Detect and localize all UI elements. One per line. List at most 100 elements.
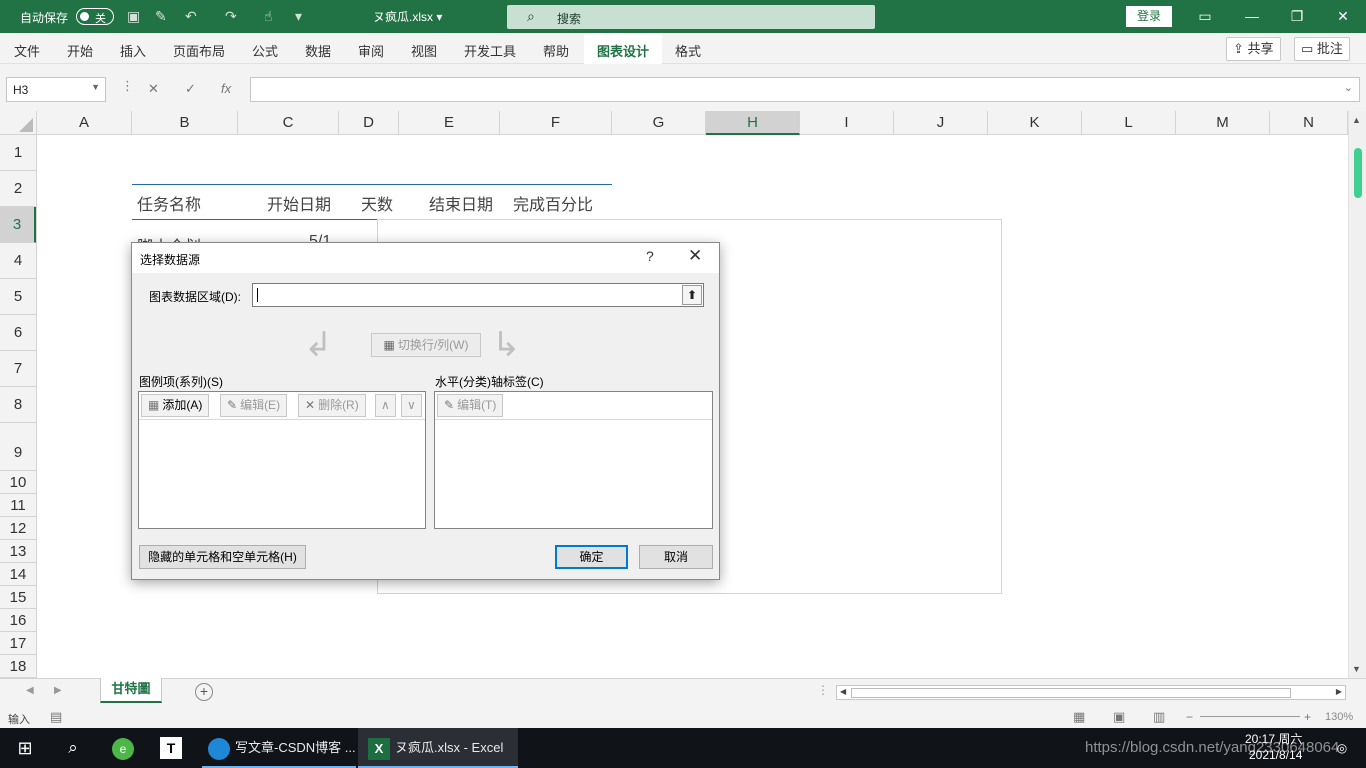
tab-file[interactable]: 文件: [14, 41, 40, 60]
column-header-h[interactable]: H: [706, 111, 800, 135]
column-header-j[interactable]: J: [894, 111, 988, 135]
save-icon[interactable]: ▣: [127, 8, 140, 25]
search-box[interactable]: ⌕ 搜索: [507, 5, 875, 29]
row-header-13[interactable]: 13: [0, 540, 36, 563]
row-header-2[interactable]: 2: [0, 171, 36, 207]
row-header-17[interactable]: 17: [0, 632, 36, 655]
redo-icon[interactable]: ↷: [225, 8, 237, 25]
horizontal-scroll-thumb[interactable]: [851, 688, 1291, 698]
undo-icon[interactable]: ↶: [185, 8, 197, 25]
tab-view[interactable]: 视图: [411, 41, 437, 60]
column-header-k[interactable]: K: [988, 111, 1082, 135]
column-header-d[interactable]: D: [339, 111, 399, 135]
column-header-f[interactable]: F: [500, 111, 612, 135]
tab-data[interactable]: 数据: [305, 41, 331, 60]
collapse-dialog-icon[interactable]: ⬆: [682, 285, 702, 305]
restore-icon[interactable]: ❐: [1282, 5, 1312, 27]
column-header-n[interactable]: N: [1270, 111, 1348, 135]
document-title[interactable]: ヌ疯瓜.xlsx ▾: [373, 8, 442, 25]
scroll-right-icon[interactable]: ▶: [1336, 687, 1342, 696]
edit-series-button[interactable]: ✎ 编辑(E): [220, 394, 288, 417]
help-icon[interactable]: ?: [646, 248, 654, 264]
scroll-down-icon[interactable]: ▼: [1352, 664, 1361, 674]
name-box[interactable]: H3 ▼: [6, 77, 106, 102]
normal-view-icon[interactable]: ▦: [1073, 709, 1085, 725]
select-all-corner[interactable]: [0, 111, 37, 135]
row-header-3[interactable]: 3: [0, 207, 36, 243]
scroll-thumb[interactable]: [1354, 148, 1362, 198]
switch-row-column-button[interactable]: ▦ 切换行/列(W): [371, 333, 481, 357]
column-header-l[interactable]: L: [1082, 111, 1176, 135]
row-header-7[interactable]: 7: [0, 351, 36, 387]
tab-formulas[interactable]: 公式: [252, 41, 278, 60]
split-handle-icon[interactable]: ⋮: [817, 683, 829, 697]
tab-review[interactable]: 审阅: [358, 41, 384, 60]
row-header-4[interactable]: 4: [0, 243, 36, 279]
row-header-11[interactable]: 11: [0, 494, 36, 517]
windows-start-icon[interactable]: ⊞: [10, 728, 40, 768]
save-as-icon[interactable]: ✎: [155, 8, 167, 25]
search-icon[interactable]: ⌕: [58, 728, 88, 768]
ribbon-display-icon[interactable]: ▭: [1190, 5, 1220, 27]
system-clock[interactable]: 20:17 周六 2021/8/14: [1245, 731, 1302, 763]
delete-series-button[interactable]: ✕ 删除(R): [298, 394, 366, 417]
add-sheet-button[interactable]: +: [195, 683, 213, 701]
header-percent-complete[interactable]: 完成百分比: [513, 191, 593, 215]
taskbar-app-excel[interactable]: X ヌ疯瓜.xlsx - Excel: [358, 728, 518, 768]
next-sheet-icon[interactable]: ▶: [54, 685, 62, 696]
row-header-12[interactable]: 12: [0, 517, 36, 540]
share-button[interactable]: ⇪ 共享: [1226, 37, 1281, 61]
row-header-14[interactable]: 14: [0, 563, 36, 586]
taskbar-app-edge[interactable]: 写文章-CSDN博客 ...: [202, 728, 356, 768]
typora-icon[interactable]: T: [158, 728, 184, 768]
header-task-name[interactable]: 任务名称: [137, 191, 201, 215]
add-series-button[interactable]: ▦ 添加(A): [141, 394, 210, 417]
column-header-m[interactable]: M: [1176, 111, 1270, 135]
chevron-down-icon[interactable]: ▼: [91, 82, 100, 92]
row-header-9[interactable]: 9: [0, 423, 36, 471]
page-layout-view-icon[interactable]: ▣: [1113, 709, 1125, 725]
zoom-slider[interactable]: [1200, 716, 1300, 717]
zoom-in-icon[interactable]: +: [1304, 710, 1311, 724]
confirm-entry-icon[interactable]: ✓: [185, 81, 196, 97]
edit-axis-labels-button[interactable]: ✎ 编辑(T): [437, 394, 504, 417]
column-header-b[interactable]: B: [132, 111, 238, 135]
scroll-left-icon[interactable]: ◀: [840, 687, 846, 696]
login-button[interactable]: 登录: [1126, 6, 1172, 27]
tab-format[interactable]: 格式: [675, 41, 701, 60]
header-days[interactable]: 天数: [361, 191, 393, 215]
sheet-tab-gantt[interactable]: 甘特圖: [100, 678, 162, 703]
cancel-entry-icon[interactable]: ✕: [148, 81, 159, 97]
column-header-a[interactable]: A: [37, 111, 132, 135]
insert-function-icon[interactable]: fx: [221, 81, 231, 96]
tab-chart-design[interactable]: 图表设计: [597, 41, 649, 60]
legend-entries-list[interactable]: ▦ 添加(A) ✎ 编辑(E) ✕ 删除(R) ∧ ∨: [138, 391, 426, 529]
comments-button[interactable]: ▭ 批注: [1294, 37, 1350, 61]
scroll-up-icon[interactable]: ▲: [1352, 115, 1361, 125]
row-header-1[interactable]: 1: [0, 135, 36, 171]
tab-developer[interactable]: 开发工具: [464, 41, 516, 60]
app-360-icon[interactable]: e: [110, 728, 136, 768]
row-header-18[interactable]: 18: [0, 655, 36, 678]
formula-input[interactable]: ⌄: [250, 77, 1360, 102]
column-header-i[interactable]: I: [800, 111, 894, 135]
move-down-button[interactable]: ∨: [401, 394, 422, 417]
tab-page-layout[interactable]: 页面布局: [173, 41, 225, 60]
close-window-icon[interactable]: ✕: [1328, 5, 1358, 27]
vertical-scrollbar[interactable]: ▲ ▼: [1348, 111, 1366, 678]
hidden-empty-cells-button[interactable]: 隐藏的单元格和空单元格(H): [139, 545, 306, 569]
row-header-10[interactable]: 10: [0, 471, 36, 494]
close-icon[interactable]: ✕: [688, 246, 702, 266]
row-header-5[interactable]: 5: [0, 279, 36, 315]
tab-help[interactable]: 帮助: [543, 41, 569, 60]
autosave-toggle[interactable]: 关: [76, 8, 114, 25]
header-start-date[interactable]: 开始日期: [267, 191, 331, 215]
cancel-button[interactable]: 取消: [639, 545, 713, 569]
tab-insert[interactable]: 插入: [120, 41, 146, 60]
ok-button[interactable]: 确定: [555, 545, 628, 569]
header-end-date[interactable]: 结束日期: [429, 191, 493, 215]
row-header-15[interactable]: 15: [0, 586, 36, 609]
column-header-c[interactable]: C: [238, 111, 339, 135]
row-header-8[interactable]: 8: [0, 387, 36, 423]
expand-formula-icon[interactable]: ⌄: [1344, 81, 1353, 94]
